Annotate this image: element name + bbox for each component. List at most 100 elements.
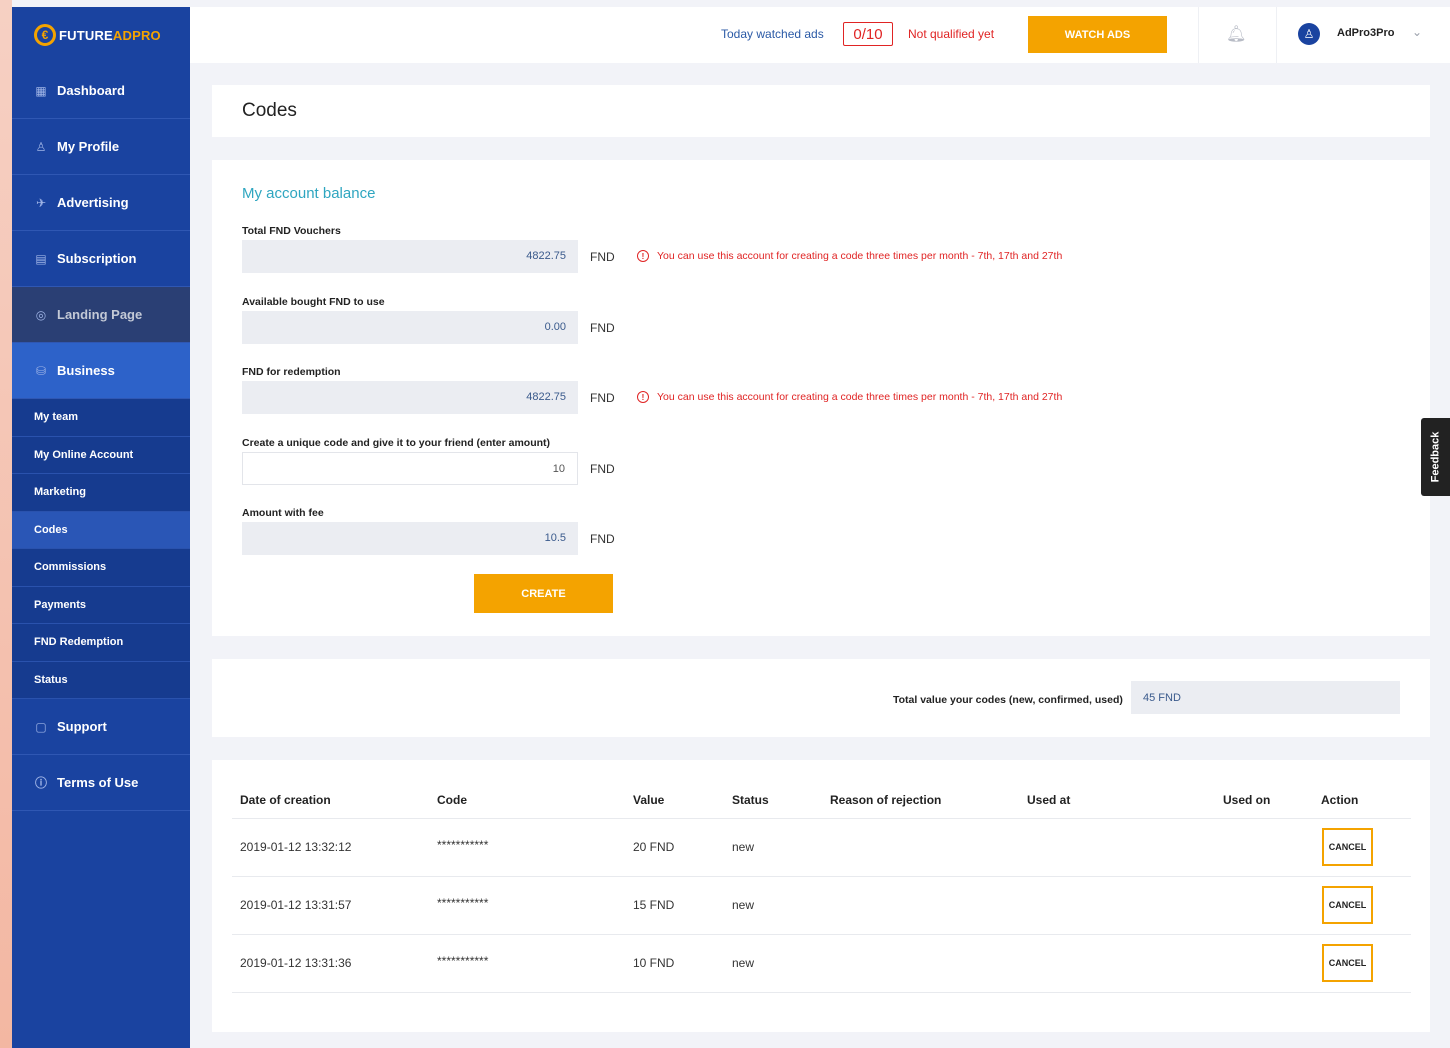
cell-code: *********** (437, 838, 489, 852)
available-bought-fnd-field: 0.00 (242, 311, 578, 344)
window-icon: ▢ (35, 719, 47, 734)
sidebar-subitem-my-team[interactable]: My team (12, 399, 190, 437)
sidebar-item-label: Landing Page (57, 307, 143, 322)
code-amount-label: Create a unique code and give it to your… (242, 437, 551, 449)
sidebar-item-label: Support (57, 719, 107, 734)
logo-icon: € (34, 24, 56, 46)
bell-icon[interactable]: 🔔︎ (1226, 24, 1246, 44)
sidebar-item-label: My Profile (57, 139, 120, 154)
logo-text: FUTUREADPRO (59, 27, 161, 43)
database-icon: ⛁ (35, 363, 47, 378)
column-header: Action (1321, 793, 1359, 807)
sidebar-subitem-codes[interactable]: Codes (12, 511, 190, 549)
divider (232, 992, 1411, 993)
codes-table-card: Date of creation Code Value Status Reaso… (212, 760, 1430, 1032)
sidebar-item-subscription[interactable]: ▤ Subscription (12, 231, 190, 287)
cell-status: new (732, 898, 755, 912)
sidebar-subitem-payments[interactable]: Payments (12, 586, 190, 624)
sidebar-item-label: Dashboard (57, 83, 125, 98)
code-amount-input[interactable]: 10 (242, 452, 578, 485)
divider (1276, 7, 1277, 63)
cell-value: 20 FND (633, 840, 675, 854)
unit-label: FND (590, 462, 615, 476)
sidebar-subitem-fnd-redemption[interactable]: FND Redemption (12, 624, 190, 662)
cancel-button[interactable]: CANCEL (1322, 828, 1373, 866)
unit-label: FND (590, 391, 615, 405)
column-header: Reason of rejection (830, 793, 942, 807)
unit-label: FND (590, 532, 615, 546)
cell-value: 15 FND (633, 898, 675, 912)
alert-icon: ! (637, 250, 649, 262)
info-icon: ⓘ (34, 776, 47, 790)
available-bought-fnd-label: Available bought FND to use (242, 296, 385, 308)
avatar[interactable]: ♙ (1298, 23, 1320, 45)
total-fnd-vouchers-field: 4822.75 (242, 240, 578, 273)
section-title: My account balance (242, 185, 376, 202)
cell-status: new (732, 840, 755, 854)
grid-icon: ▦ (35, 83, 47, 98)
cell-status: new (732, 956, 755, 970)
sidebar-item-label: Advertising (57, 195, 129, 210)
sidebar-subitem-my-online-account[interactable]: My Online Account (12, 436, 190, 474)
sidebar-subitem-commissions[interactable]: Commissions (12, 549, 190, 587)
sidebar-subitem-status[interactable]: Status (12, 661, 190, 699)
watched-ads-label: Today watched ads (721, 27, 824, 41)
list-icon: ▤ (35, 251, 47, 266)
cell-value: 10 FND (633, 956, 675, 970)
sidebar: € FUTUREADPRO ▦ Dashboard ♙ My Profile ✈… (12, 7, 190, 1048)
page-title-card: Codes (212, 85, 1430, 137)
create-limit-warning: ! You can use this account for creating … (637, 391, 1062, 403)
sidebar-item-my-profile[interactable]: ♙ My Profile (12, 119, 190, 175)
username[interactable]: AdPro3Pro (1337, 27, 1394, 39)
cell-date: 2019-01-12 13:31:57 (240, 898, 352, 912)
user-icon: ♙ (35, 139, 47, 154)
amount-with-fee-label: Amount with fee (242, 507, 324, 519)
column-header: Used at (1027, 793, 1071, 807)
create-button[interactable]: CREATE (474, 574, 613, 613)
amount-with-fee-field: 10.5 (242, 522, 578, 555)
totals-card: Total value your codes (new, confirmed, … (212, 659, 1430, 737)
sidebar-item-support[interactable]: ▢ Support (12, 699, 190, 755)
watch-ads-button[interactable]: WATCH ADS (1028, 16, 1167, 53)
fnd-for-redemption-field: 4822.75 (242, 381, 578, 414)
divider (232, 818, 1411, 819)
create-limit-warning: ! You can use this account for creating … (637, 250, 1062, 262)
total-codes-value-field: 45 FND (1131, 681, 1400, 714)
cell-date: 2019-01-12 13:31:36 (240, 956, 352, 970)
watched-ads-count: 0/10 (843, 22, 893, 46)
sidebar-item-label: Terms of Use (57, 775, 139, 790)
logo[interactable]: € FUTUREADPRO (12, 7, 190, 63)
divider (1198, 7, 1199, 63)
globe-icon: ◎ (35, 307, 47, 322)
divider (232, 934, 1411, 935)
sidebar-item-terms-of-use[interactable]: ⓘ Terms of Use (12, 755, 190, 811)
balance-card: My account balance Total FND Vouchers 48… (212, 160, 1430, 636)
sidebar-item-dashboard[interactable]: ▦ Dashboard (12, 63, 190, 119)
cell-date: 2019-01-12 13:32:12 (240, 840, 352, 854)
sidebar-item-label: Business (57, 363, 115, 378)
divider (232, 876, 1411, 877)
chevron-down-icon[interactable]: ⌄ (1412, 25, 1422, 39)
topbar: Today watched ads 0/10 Not qualified yet… (190, 7, 1450, 63)
column-header: Used on (1223, 793, 1271, 807)
column-header: Code (437, 793, 467, 807)
sidebar-item-landing-page[interactable]: ◎ Landing Page (12, 287, 190, 343)
total-codes-value-label: Total value your codes (new, confirmed, … (893, 694, 1123, 706)
column-header: Value (633, 793, 665, 807)
cancel-button[interactable]: CANCEL (1322, 886, 1373, 924)
column-header: Date of creation (240, 793, 331, 807)
unit-label: FND (590, 250, 615, 264)
sidebar-item-label: Subscription (57, 251, 137, 266)
unit-label: FND (590, 321, 615, 335)
column-header: Status (732, 793, 769, 807)
cell-code: *********** (437, 896, 489, 910)
sidebar-item-advertising[interactable]: ✈ Advertising (12, 175, 190, 231)
sidebar-item-business[interactable]: ⛁ Business (12, 343, 190, 399)
page-title: Codes (242, 100, 297, 121)
total-fnd-vouchers-label: Total FND Vouchers (242, 225, 341, 237)
fnd-for-redemption-label: FND for redemption (242, 366, 341, 378)
cancel-button[interactable]: CANCEL (1322, 944, 1373, 982)
feedback-tab[interactable]: Feedback (1421, 418, 1450, 496)
sidebar-subitem-marketing[interactable]: Marketing (12, 474, 190, 512)
alert-icon: ! (637, 391, 649, 403)
